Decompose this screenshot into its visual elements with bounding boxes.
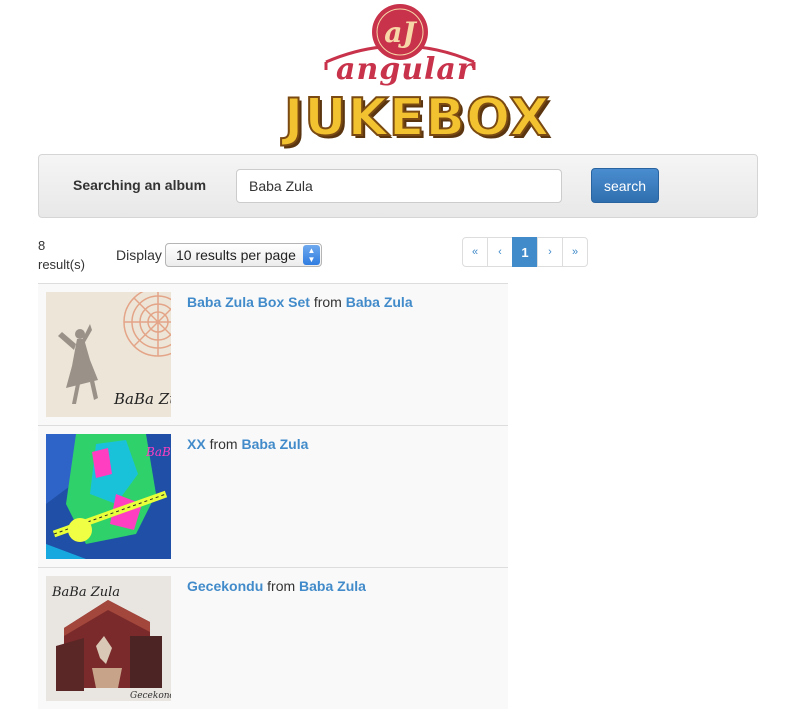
result-count: 8 result(s): [38, 236, 98, 274]
album-title-link[interactable]: Baba Zula Box Set: [187, 294, 310, 310]
cover-text: BaBa Zula: [145, 445, 171, 459]
pagination-next-button[interactable]: ›: [537, 237, 563, 267]
album-cover-neon-guitar-image[interactable]: BaBa Zula: [46, 434, 171, 559]
display-label: Display: [116, 247, 162, 263]
artist-link[interactable]: Baba Zula: [241, 436, 308, 452]
angular-jukebox-logo: aJ angular JUKEBOX: [270, 0, 551, 152]
select-arrows-icon: ▲ ▼: [303, 245, 320, 265]
album-list-item: BaBa Zula Baba Zula Box Set from Baba Zu…: [38, 283, 508, 425]
album-list-item: BaBa Zula Gecekondu Gecekondu from Baba …: [38, 567, 508, 709]
album-title-link[interactable]: Gecekondu: [187, 578, 263, 594]
album-list-item: BaBa Zula XX from Baba Zula: [38, 425, 508, 567]
pagination-page-1[interactable]: 1: [512, 237, 538, 267]
search-button[interactable]: search: [591, 168, 659, 203]
cover-text: BaBa Zula: [51, 585, 120, 600]
per-page-selected-value: 10 results per page: [176, 247, 296, 263]
search-label: Searching an album: [73, 177, 207, 193]
logo-badge-text: aJ: [384, 16, 417, 49]
pagination-first-button[interactable]: «: [462, 237, 488, 267]
from-text: from: [313, 294, 342, 310]
pagination-last-button[interactable]: »: [562, 237, 588, 267]
results-per-page-select[interactable]: 10 results per page ▲ ▼: [165, 243, 322, 267]
album-title-line: Baba Zula Box Set from Baba Zula: [187, 294, 413, 310]
album-list: BaBa Zula Baba Zula Box Set from Baba Zu…: [38, 283, 508, 709]
artist-link[interactable]: Baba Zula: [346, 294, 413, 310]
artist-link[interactable]: Baba Zula: [299, 578, 366, 594]
cover-text: BaBa Zula: [113, 390, 171, 408]
from-text: from: [267, 578, 296, 594]
album-title-link[interactable]: XX: [187, 436, 206, 452]
album-cover-house-image[interactable]: BaBa Zula Gecekondu: [46, 576, 171, 701]
from-text: from: [209, 436, 238, 452]
search-panel: Searching an album search: [38, 154, 758, 218]
result-count-number: 8: [38, 238, 46, 253]
cover-caption: Gecekondu: [130, 691, 171, 701]
logo-word-jukebox: JUKEBOX: [283, 87, 551, 149]
album-title-line: Gecekondu from Baba Zula: [187, 578, 366, 594]
result-count-suffix: result(s): [38, 257, 85, 272]
pagination: « ‹ 1 › »: [462, 237, 588, 267]
album-cover-dancer-image[interactable]: BaBa Zula: [46, 292, 171, 417]
search-input[interactable]: [236, 169, 562, 203]
logo-word-angular: angular: [336, 52, 474, 87]
album-title-line: XX from Baba Zula: [187, 436, 308, 452]
pagination-prev-button[interactable]: ‹: [487, 237, 513, 267]
